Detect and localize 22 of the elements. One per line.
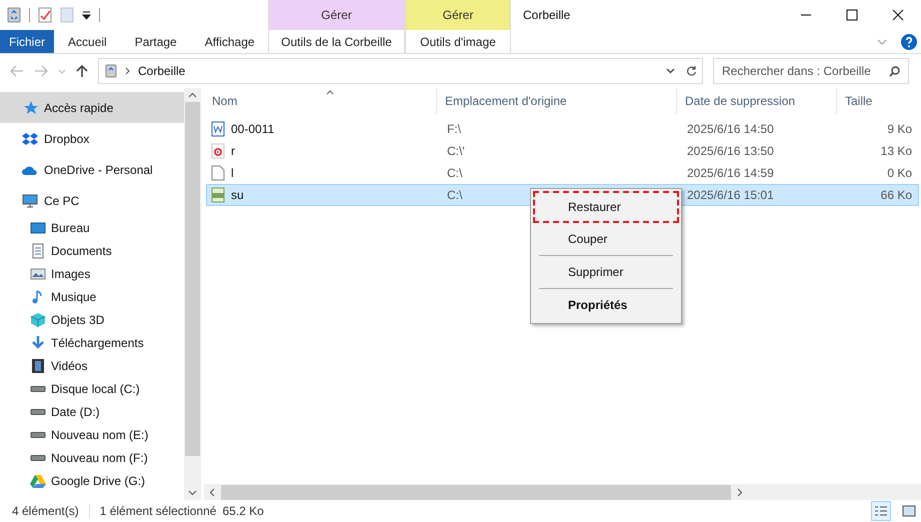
table-cell-text: F:\ bbox=[446, 122, 462, 136]
selection-size: 65.2 Ko bbox=[222, 504, 264, 518]
table-cell-text: 13 Ko bbox=[880, 144, 913, 158]
table-cell-text: C:\ bbox=[446, 166, 464, 180]
table-cell-text: 0 Ko bbox=[886, 166, 913, 180]
context-tab-header: Gérer bbox=[406, 0, 510, 30]
file-name: su bbox=[231, 188, 244, 202]
selection-info: 1 élément sélectionné bbox=[100, 504, 216, 518]
item-count: 4 élément(s) bbox=[12, 504, 79, 518]
table-cell-text: 2025/6/16 13:50 bbox=[686, 144, 775, 158]
window-title: Corbeille bbox=[523, 8, 572, 22]
file-name: r bbox=[231, 144, 235, 158]
table-cell-text: C:\ bbox=[446, 188, 464, 202]
context-tab-header: Gérer bbox=[269, 0, 404, 30]
table-cell-text: 9 Ko bbox=[886, 122, 913, 136]
table-cell-text: 2025/6/16 14:59 bbox=[686, 166, 775, 180]
file-name: l bbox=[231, 166, 234, 180]
table-cell-text: C:\' bbox=[446, 144, 466, 158]
table-cell-text: 2025/6/16 15:01 bbox=[686, 188, 775, 202]
table-cell-text: 66 Ko bbox=[880, 188, 913, 202]
table-cell-text: 2025/6/16 14:50 bbox=[686, 122, 775, 136]
file-name: 00-0011 bbox=[231, 122, 274, 136]
